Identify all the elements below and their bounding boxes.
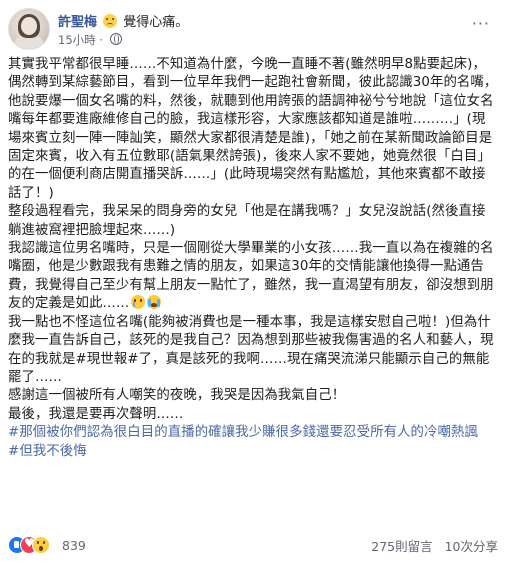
post-timestamp[interactable]: 15小時 [58, 33, 96, 47]
sobbing-face-icon [147, 295, 162, 310]
post-paragraph: 我一點也不怪這位名嘴(能夠被消費也是一種本事，我是這樣安慰自己啦！)但為什麼我一… [8, 314, 494, 385]
shares-count[interactable]: 10次分享 [445, 539, 498, 554]
more-options-icon[interactable]: ··· [472, 14, 490, 33]
author-name[interactable]: 許聖梅 [58, 15, 97, 30]
meta-separator: · [99, 33, 103, 47]
post-header: 許聖梅 覺得心痛。 15小時 · ··· [8, 8, 498, 54]
globe-icon[interactable] [109, 33, 122, 45]
post-paragraph: 我認識這位男名嘴時，只是一個剛從大學畢業的小女孩……我一直以為在複雜的名嘴圈，他… [8, 240, 498, 314]
crying-face-icon [131, 295, 146, 310]
post-paragraph: 整段過程看完，我呆呆的問身旁的女兒「他是在講我嗎？」女兒沒說話(然後直接躺進被窩… [8, 204, 486, 238]
avatar-face [21, 17, 37, 35]
wow-reaction-icon [32, 536, 50, 554]
sad-feeling-icon [103, 14, 118, 28]
hashtag-link[interactable]: #那個被你們認為很白目的直播的確讓我少賺很多錢還要忍受所有人的冷嘲熱諷 [8, 424, 498, 442]
post-paragraph-text: 我認識這位男名嘴時，只是一個剛從大學畢業的小女孩……我一直以為在複雜的名嘴圈，他… [8, 241, 494, 312]
post-footer: 839 275則留言 10次分享 [8, 534, 498, 556]
post-paragraph: 感謝這一個被所有人嘲笑的夜晚，我哭是因為我氣自己！ [8, 388, 346, 404]
post-meta: 15小時 · [58, 32, 122, 48]
hashtag-link[interactable]: #但我不後悔 [8, 443, 498, 461]
author-line: 許聖梅 覺得心痛。 [58, 11, 188, 30]
post-paragraph: 其實我平常都很早睡……不知道為什麼，今晚一直睡不著(雖然明早8點要起床)，偶然轉… [8, 57, 498, 201]
post-stats: 275則留言 10次分享 [363, 536, 498, 555]
avatar[interactable] [8, 8, 50, 50]
post-content: 其實我平常都很早睡……不知道為什麼，今晚一直睡不著(雖然明早8點要起床)，偶然轉… [8, 56, 498, 461]
comments-count[interactable]: 275則留言 [371, 539, 432, 554]
feeling-text: 覺得心痛。 [123, 15, 189, 30]
post-paragraph: 最後，我還是要再次聲明…… [8, 406, 184, 422]
reaction-count[interactable]: 839 [62, 538, 86, 553]
